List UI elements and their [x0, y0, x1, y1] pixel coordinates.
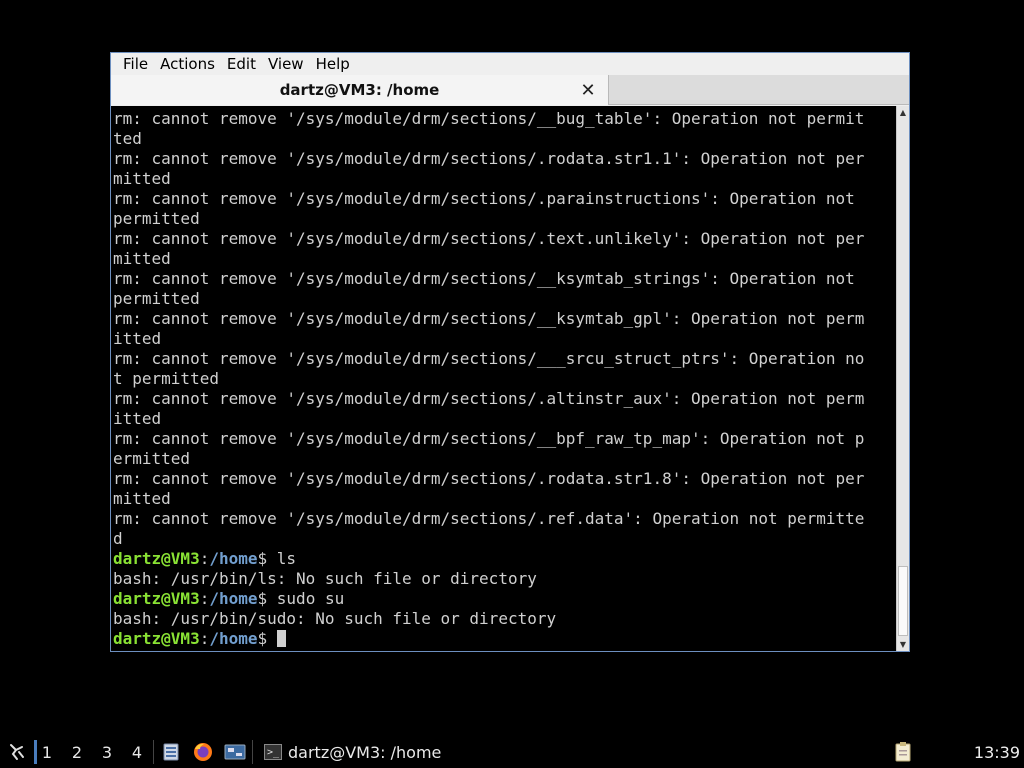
- distro-logo-icon: [10, 744, 24, 760]
- firefox-icon: [194, 743, 212, 761]
- terminal-scrollbar[interactable]: ▲ ▼: [896, 106, 909, 651]
- prompt-user: dartz@VM3: [113, 549, 200, 568]
- prompt-path: /home: [209, 589, 258, 608]
- prompt-command: sudo su: [267, 589, 345, 608]
- prompt-dollar: $: [257, 549, 268, 568]
- file-manager-launcher[interactable]: [155, 736, 187, 768]
- terminal-window: File Actions Edit View Help dartz@VM3: /…: [110, 52, 910, 652]
- prompt-dollar: $: [257, 589, 268, 608]
- terminal-output-line: rm: cannot remove '/sys/module/drm/secti…: [113, 149, 865, 168]
- tab-title: dartz@VM3: /home: [279, 81, 440, 99]
- terminal-output-line: mitted: [113, 169, 171, 188]
- terminal-output-line: d: [113, 529, 123, 548]
- menu-actions[interactable]: Actions: [154, 53, 221, 75]
- terminal-output-line: rm: cannot remove '/sys/module/drm/secti…: [113, 349, 865, 368]
- terminal-output-line: itted: [113, 329, 162, 348]
- menu-view[interactable]: View: [262, 53, 310, 75]
- terminal-output-line: permitted: [113, 289, 200, 308]
- taskbar-window-label: dartz@VM3: /home: [288, 742, 442, 762]
- prompt-dollar: $: [257, 629, 268, 648]
- workspace-3[interactable]: 3: [92, 736, 122, 768]
- workspace-4[interactable]: 4: [122, 736, 152, 768]
- terminal-output-line: rm: cannot remove '/sys/module/drm/secti…: [113, 269, 855, 288]
- clock[interactable]: 13:39: [974, 736, 1020, 768]
- terminal-output-line: ted: [113, 129, 142, 148]
- terminal-output-line: itted: [113, 409, 162, 428]
- prompt-user: dartz@VM3: [113, 589, 200, 608]
- control-panel-icon: [224, 744, 246, 760]
- start-menu-button[interactable]: [2, 736, 32, 768]
- prompt-command: [267, 629, 277, 648]
- prompt-separator: :: [199, 589, 210, 608]
- terminal-output-line: rm: cannot remove '/sys/module/drm/secti…: [113, 309, 865, 328]
- terminal-prompt-line: dartz@VM3:/home$ sudo su: [113, 589, 897, 609]
- taskbar-separator: [153, 740, 154, 764]
- terminal-output-line: rm: cannot remove '/sys/module/drm/secti…: [113, 189, 855, 208]
- firefox-launcher[interactable]: [187, 736, 219, 768]
- terminal-prompt-line: dartz@VM3:/home$ ls: [113, 549, 897, 569]
- terminal-output-line: rm: cannot remove '/sys/module/drm/secti…: [113, 389, 865, 408]
- terminal-cursor: [276, 630, 286, 647]
- terminal-output-line: rm: cannot remove '/sys/module/drm/secti…: [113, 509, 865, 528]
- menu-file[interactable]: File: [117, 53, 154, 75]
- terminal-output-line: rm: cannot remove '/sys/module/drm/secti…: [113, 229, 865, 248]
- workspace-1[interactable]: 1: [32, 736, 62, 768]
- prompt-path: /home: [209, 549, 258, 568]
- terminal-output-line: t permitted: [113, 369, 219, 388]
- terminal-output-line: bash: /usr/bin/sudo: No such file or dir…: [113, 609, 557, 628]
- terminal-output[interactable]: rm: cannot remove '/sys/module/drm/secti…: [111, 106, 897, 651]
- terminal-icon: >_: [264, 744, 282, 760]
- prompt-path: /home: [209, 629, 258, 648]
- terminal-output-line: rm: cannot remove '/sys/module/drm/secti…: [113, 429, 865, 448]
- taskbar-window-terminal[interactable]: >_ dartz@VM3: /home: [258, 736, 447, 768]
- prompt-separator: :: [199, 549, 210, 568]
- terminal-output-line: ermitted: [113, 449, 191, 468]
- terminal-output-line: permitted: [113, 209, 200, 228]
- terminal-output-line: rm: cannot remove '/sys/module/drm/secti…: [113, 469, 865, 488]
- close-tab-icon[interactable]: ✕: [578, 80, 598, 101]
- settings-launcher[interactable]: [219, 736, 251, 768]
- terminal-output-line: mitted: [113, 249, 171, 268]
- menu-edit[interactable]: Edit: [221, 53, 262, 75]
- prompt-command: ls: [267, 549, 297, 568]
- taskbar-separator: [252, 740, 253, 764]
- workspace-2[interactable]: 2: [62, 736, 92, 768]
- terminal-tab[interactable]: dartz@VM3: /home ✕: [111, 75, 609, 105]
- scrollbar-thumb[interactable]: [898, 566, 908, 636]
- scroll-down-arrow-icon[interactable]: ▼: [897, 638, 909, 651]
- clipboard-tray[interactable]: [890, 736, 916, 768]
- file-manager-icon: [163, 743, 179, 761]
- scroll-up-arrow-icon[interactable]: ▲: [897, 106, 909, 119]
- terminal-output-line: bash: /usr/bin/ls: No such file or direc…: [113, 569, 537, 588]
- tab-bar: dartz@VM3: /home ✕: [111, 75, 909, 105]
- menu-bar: File Actions Edit View Help: [111, 53, 909, 75]
- menu-help[interactable]: Help: [310, 53, 356, 75]
- clipboard-icon: [895, 742, 911, 762]
- taskbar: 1 2 3 4 >_ dartz@VM3: /home 13:39: [0, 736, 1024, 768]
- terminal-output-line: rm: cannot remove '/sys/module/drm/secti…: [113, 109, 865, 128]
- terminal-output-line: mitted: [113, 489, 171, 508]
- prompt-separator: :: [199, 629, 210, 648]
- terminal-prompt-line: dartz@VM3:/home$: [113, 629, 897, 649]
- prompt-user: dartz@VM3: [113, 629, 200, 648]
